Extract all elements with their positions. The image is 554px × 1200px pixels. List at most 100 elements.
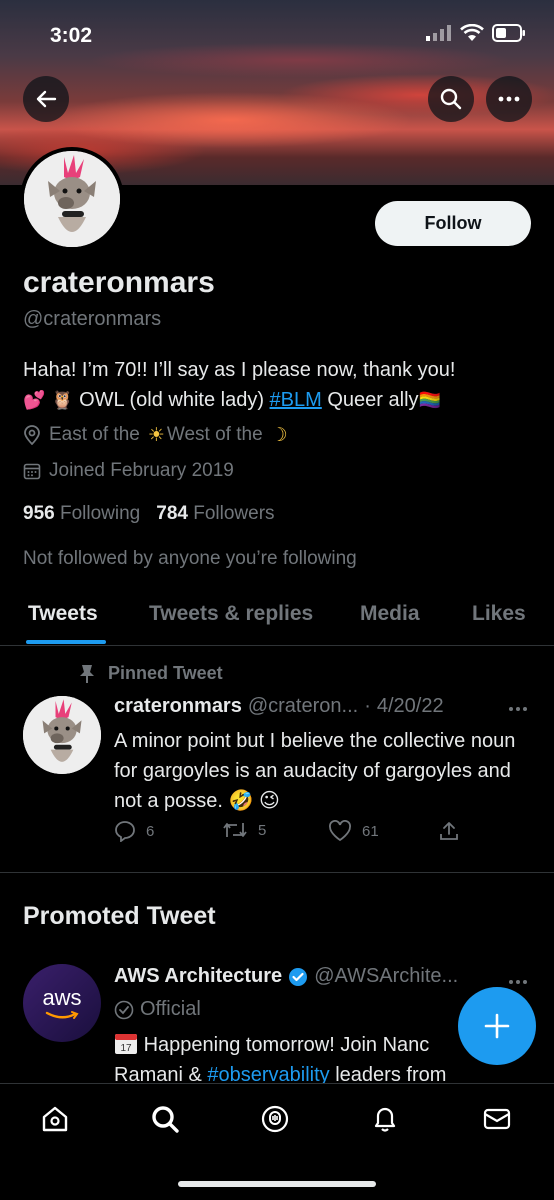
- nav-home[interactable]: [38, 1102, 72, 1136]
- tweet-separator: ·: [364, 695, 371, 717]
- promoted-more-button[interactable]: [508, 969, 528, 990]
- tab-media[interactable]: Media: [360, 602, 420, 626]
- spaces-icon: [261, 1105, 289, 1133]
- back-button[interactable]: [23, 76, 69, 122]
- nav-spaces[interactable]: [258, 1102, 292, 1136]
- profile-bio: Haha! I’m 70!! I’ll say as I please now,…: [23, 355, 538, 416]
- status-time: 3:02: [50, 24, 93, 47]
- reply-button[interactable]: 6: [114, 820, 154, 842]
- cellular-signal-icon: [426, 25, 451, 41]
- rainbow-flag-icon: 🏳️‍🌈: [418, 390, 441, 411]
- promoted-tweet-text: 17 Happening tomorrow! Join Nanc Ramani …: [114, 1030, 494, 1086]
- section-divider: [0, 872, 554, 873]
- search-icon: [152, 1106, 179, 1133]
- tweet-author-handle[interactable]: @crateron...: [248, 695, 358, 718]
- tweet-date[interactable]: 4/20/22: [377, 695, 444, 718]
- mail-icon: [483, 1108, 511, 1130]
- plus-icon: [484, 1013, 510, 1039]
- location-text-1: East of the: [49, 424, 140, 445]
- like-count: 61: [362, 822, 379, 840]
- calendar-icon: [23, 463, 41, 480]
- reply-count: 6: [146, 822, 155, 840]
- follow-button[interactable]: Follow: [375, 201, 531, 246]
- bio-owl-text: OWL (old white lady): [79, 389, 264, 411]
- share-icon: [440, 822, 458, 840]
- more-horizontal-icon: [498, 96, 520, 102]
- retweet-icon: [223, 823, 247, 837]
- home-indicator: [178, 1181, 376, 1187]
- retweet-button[interactable]: 5: [222, 820, 266, 840]
- location-text-2: West of the: [166, 424, 263, 445]
- heart-icon: [329, 820, 351, 842]
- profile-tabs: Tweets Tweets & replies Media Likes: [0, 590, 554, 646]
- reply-icon: [115, 821, 135, 842]
- promoted-text-1: Happening tomorrow! Join Nanc: [143, 1034, 430, 1056]
- followers-label: Followers: [193, 503, 275, 524]
- share-button[interactable]: [438, 820, 460, 842]
- compose-tweet-button[interactable]: [458, 987, 536, 1065]
- status-bar: 3:02: [0, 0, 554, 70]
- tab-likes[interactable]: Likes: [472, 602, 526, 626]
- sun-icon: ☀: [147, 424, 165, 446]
- home-icon: [42, 1106, 68, 1132]
- promoted-section-title: Promoted Tweet: [23, 902, 216, 930]
- tab-tweets-replies[interactable]: Tweets & replies: [149, 602, 313, 626]
- promoted-header: AWS Architecture @AWSArchite...: [114, 965, 458, 988]
- avatar-image: [24, 151, 120, 247]
- nav-messages[interactable]: [480, 1102, 514, 1136]
- followers-count: 784: [156, 503, 188, 524]
- calendar-emoji-icon: 17: [115, 1034, 137, 1054]
- location-pin-icon: [24, 425, 40, 445]
- aws-smile-icon: [45, 1011, 79, 1019]
- tweet-header: crateronmars @crateron... · 4/20/22: [114, 695, 444, 718]
- aws-logo-text: aws: [42, 985, 82, 1010]
- bio-line-2: 💕 🦉 OWL (old white lady) #BLM Queer ally…: [23, 385, 538, 416]
- bell-icon: [374, 1107, 396, 1132]
- official-text: Official: [140, 998, 201, 1020]
- arrow-left-icon: [36, 90, 57, 108]
- like-button[interactable]: 61: [328, 820, 379, 842]
- more-horizontal-icon: [509, 980, 527, 984]
- wifi-icon: [460, 24, 484, 41]
- tweet-author-avatar[interactable]: [23, 696, 101, 774]
- more-options-button[interactable]: [486, 76, 532, 122]
- tweet-more-button[interactable]: [508, 696, 528, 717]
- promoted-author-name[interactable]: AWS Architecture: [114, 965, 282, 988]
- profile-display-name: crateronmars: [23, 266, 215, 299]
- active-tab-indicator: [26, 640, 106, 644]
- bio-emoji: 💕 🦉: [23, 390, 74, 411]
- more-horizontal-icon: [509, 707, 527, 711]
- search-button[interactable]: [428, 76, 474, 122]
- tweet-text: A minor point but I believe the collecti…: [114, 730, 516, 812]
- nav-notifications[interactable]: [368, 1102, 402, 1136]
- promoted-author-avatar[interactable]: aws: [23, 964, 101, 1042]
- dog-avatar-icon: [23, 696, 101, 774]
- battery-icon: [492, 24, 525, 42]
- following-link[interactable]: 956 Following: [23, 503, 140, 525]
- official-label: Official: [114, 998, 201, 1021]
- bio-line-1: Haha! I’m 70!! I’ll say as I please now,…: [23, 359, 456, 381]
- profile-location: East of the ☀ West of the ☽: [23, 424, 288, 446]
- tweet-actions: 6 5 61: [114, 820, 474, 844]
- pin-icon: [80, 664, 94, 683]
- followers-link[interactable]: 784 Followers: [156, 503, 274, 525]
- svg-text:17: 17: [120, 1043, 132, 1054]
- promoted-author-handle[interactable]: @AWSArchite...: [314, 965, 458, 988]
- following-count: 956: [23, 503, 55, 524]
- dog-avatar-icon: [24, 151, 120, 247]
- tab-tweets[interactable]: Tweets: [28, 602, 98, 626]
- status-icons: [426, 24, 526, 42]
- tweet-author-name[interactable]: crateronmars: [114, 695, 242, 718]
- following-label: Following: [59, 503, 141, 524]
- pinned-indicator: Pinned Tweet: [78, 663, 223, 684]
- retweet-count: 5: [258, 821, 267, 839]
- joined-text: Joined February 2019: [49, 460, 234, 481]
- bio-hashtag-link[interactable]: #BLM: [270, 389, 322, 411]
- profile-avatar[interactable]: [20, 147, 124, 251]
- follow-counts: 956 Following 784 Followers: [23, 503, 275, 525]
- moon-icon: ☽: [270, 424, 288, 446]
- nav-search[interactable]: [148, 1102, 182, 1136]
- not-followed-notice: Not followed by anyone you’re following: [23, 548, 357, 569]
- pinned-label: Pinned Tweet: [108, 663, 223, 683]
- profile-handle: @crateronmars: [23, 308, 162, 330]
